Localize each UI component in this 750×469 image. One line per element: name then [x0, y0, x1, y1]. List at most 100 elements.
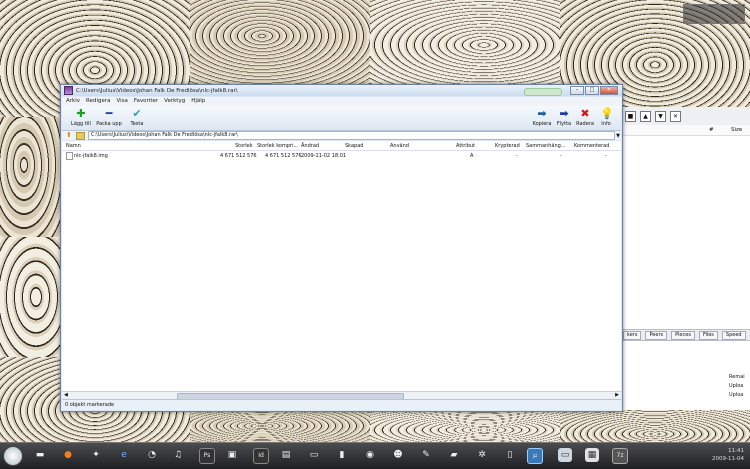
file-encrypted: - [516, 153, 518, 159]
taskbar: ▬ ● ✦ e ◔ ♫ Ps ▣ Id ▤ ▭ ▮ ◉ ☻ ✎ ▰ ✲ ▯ µ … [0, 442, 750, 469]
file-size: 4 671 512 576 [220, 153, 257, 159]
column-attributes[interactable]: Attribut [456, 143, 475, 149]
photoshop-icon[interactable]: Ps [199, 448, 215, 464]
menu-visa[interactable]: Visa [116, 97, 127, 106]
clock-time: 11:41 [728, 448, 744, 454]
menu-redigera[interactable]: Redigera [86, 97, 110, 106]
up-arrow-icon[interactable]: ▲ [640, 110, 651, 122]
notes-icon[interactable]: ▦ [585, 448, 599, 462]
tab-trackers[interactable]: kers [623, 330, 642, 340]
extract-button[interactable]: ━ Packa upp [96, 107, 122, 129]
tab-peers[interactable]: Peers [645, 330, 668, 340]
pen-icon[interactable]: ✎ [419, 448, 433, 462]
gear-icon[interactable]: ✲ [475, 448, 489, 462]
file-list[interactable]: Namn Storlek Storlek kompri... Ändrad Sk… [62, 141, 621, 398]
column-name[interactable]: Namn [66, 143, 81, 149]
checkmark-icon: ✔ [132, 107, 142, 120]
toolbar: ✚ Lägg till ━ Packa upp ✔ Testa ➡ Kopier… [62, 106, 621, 131]
maximize-button[interactable]: □ [585, 86, 599, 95]
tab-pieces[interactable]: Pieces [671, 330, 695, 340]
status-badge [524, 88, 562, 96]
start-button[interactable] [3, 446, 23, 466]
column-hash[interactable]: # [709, 127, 714, 133]
info-label: Uploa [729, 383, 744, 389]
wing-icon[interactable]: ✦ [89, 448, 103, 462]
menu-arkiv[interactable]: Arkiv [66, 97, 80, 106]
circle-icon[interactable]: ◉ [363, 448, 377, 462]
extract-label: Packa upp [96, 121, 122, 127]
folder-icon [76, 131, 85, 140]
column-created[interactable]: Skapad [345, 143, 363, 149]
internet-explorer-icon[interactable]: e [117, 448, 131, 462]
table-row[interactable]: nlc-jfalk8.img 4 671 512 576 4 671 512 5… [62, 151, 621, 160]
people-icon[interactable]: ☻ [391, 448, 405, 462]
add-label: Lägg till [71, 121, 91, 127]
plus-icon: ✚ [76, 107, 86, 120]
wallpaper-tile [190, 0, 370, 90]
info-button[interactable]: 💡 Info [593, 107, 619, 129]
column-comment[interactable]: Kommenterad [574, 143, 609, 149]
wallpaper-tile [370, 0, 560, 90]
box-icon[interactable]: ▣ [225, 448, 239, 462]
file-packed-size: 4 671 512 576 [265, 153, 302, 159]
menu-bar: Arkiv Redigera Visa Favoriter Verktyg Hj… [62, 97, 621, 106]
address-path-field[interactable]: C:\Users\Julius\Videos\Johan Falk De Fre… [88, 131, 615, 140]
down-arrow-icon[interactable]: ▼ [655, 110, 666, 122]
up-folder-icon[interactable]: ⬆ [66, 132, 73, 139]
window-taskbar-icon[interactable]: ▭ [558, 448, 572, 462]
column-modified[interactable]: Ändrad [301, 143, 319, 149]
winrar-window[interactable]: C:\Users\Julius\Videos\Johan Falk De Fre… [60, 84, 623, 412]
clock-date: 2009-11-04 [712, 456, 744, 462]
add-button[interactable]: ✚ Lägg till [68, 107, 94, 129]
close-button[interactable]: ✕ [600, 86, 618, 95]
move-arrow-icon: ➡ [559, 107, 569, 120]
chevron-down-icon[interactable]: ▼ [615, 133, 621, 139]
menu-hjalp[interactable]: Hjälp [191, 97, 205, 106]
minimize-button[interactable]: – [570, 86, 584, 95]
column-size[interactable]: Storlek [235, 143, 253, 149]
torrent-info-labels: Remai Uploa Uploa [729, 373, 749, 400]
column-encrypted[interactable]: Krypterad [495, 143, 520, 149]
folder-open-icon[interactable]: ▰ [447, 448, 461, 462]
winrar-taskbar-icon[interactable]: 7z [612, 448, 628, 464]
test-button[interactable]: ✔ Testa [124, 107, 150, 129]
column-size[interactable]: Size [731, 127, 742, 133]
winrar-app-icon[interactable] [64, 86, 73, 95]
window-title: C:\Users\Julius\Videos\Johan Falk De Fre… [76, 87, 238, 94]
file-solid: - [560, 153, 562, 159]
rss-icon[interactable]: ◔ [145, 448, 159, 462]
film-icon[interactable]: ▤ [279, 448, 293, 462]
indesign-icon[interactable]: Id [253, 448, 269, 464]
system-clock[interactable]: 11:41 2009-11-04 [712, 447, 744, 463]
scroll-right-icon[interactable]: ▶ [615, 392, 619, 399]
window-controls: – □ ✕ [570, 86, 618, 95]
tab-speed[interactable]: Speed [721, 330, 746, 340]
music-note-icon[interactable]: ♫ [171, 448, 185, 462]
info-label: Info [601, 121, 611, 127]
desktop-gadget[interactable] [683, 4, 745, 24]
torrent-toolbar: ■ ▲ ▼ ✕ [621, 107, 750, 126]
stop-icon[interactable]: ■ [625, 110, 636, 122]
torrent-client-window[interactable]: ■ ▲ ▼ ✕ # Size kers Peers Pieces Files S… [620, 107, 750, 410]
settings-icon[interactable]: ✕ [670, 110, 681, 122]
horizontal-scrollbar[interactable]: ◀ ▶ [62, 391, 621, 400]
document-icon[interactable]: ▭ [307, 448, 321, 462]
title-bar[interactable]: C:\Users\Julius\Videos\Johan Falk De Fre… [61, 85, 622, 96]
copy-arrow-icon: ➡ [537, 107, 547, 120]
address-bar: ⬆ C:\Users\Julius\Videos\Johan Falk De F… [62, 131, 621, 140]
recycle-bin-icon[interactable]: ▯ [503, 448, 517, 462]
folder-icon[interactable]: ▬ [33, 448, 47, 462]
file-attributes: A [470, 153, 474, 159]
menu-verktyg[interactable]: Verktyg [164, 97, 185, 106]
bookmark-icon[interactable]: ▮ [335, 448, 349, 462]
torrent-taskbar-icon[interactable]: µ [527, 448, 543, 464]
menu-favoriter[interactable]: Favoriter [134, 97, 158, 106]
tab-files[interactable]: Files [698, 330, 718, 340]
torrent-list-header: # Size [621, 125, 750, 136]
column-solid[interactable]: Sammanhäng... [526, 143, 566, 149]
firefox-icon[interactable]: ● [61, 448, 75, 462]
column-packed[interactable]: Storlek kompri... [257, 143, 298, 149]
column-accessed[interactable]: Använd [390, 143, 409, 149]
wallpaper-tile [0, 237, 60, 357]
scroll-left-icon[interactable]: ◀ [64, 392, 68, 399]
